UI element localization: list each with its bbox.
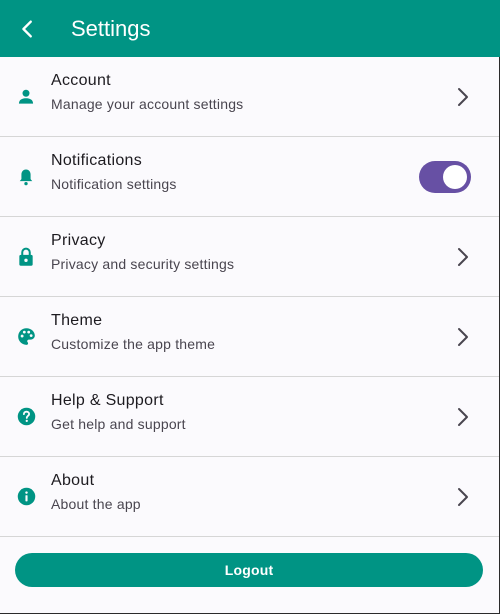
palette-icon bbox=[14, 325, 38, 349]
item-subtitle: Notification settings bbox=[51, 176, 177, 192]
settings-item-notifications[interactable]: Notifications Notification settings bbox=[0, 137, 499, 217]
item-title: About bbox=[51, 472, 95, 489]
settings-list: Account Manage your account settings Not… bbox=[0, 57, 499, 537]
item-title: Account bbox=[51, 72, 111, 89]
item-subtitle: Manage your account settings bbox=[51, 96, 244, 112]
item-title: Notifications bbox=[51, 152, 143, 169]
item-title: Help & Support bbox=[51, 392, 164, 409]
item-subtitle: Get help and support bbox=[51, 416, 186, 432]
page-title: Settings bbox=[71, 15, 151, 41]
back-button[interactable] bbox=[0, 0, 56, 57]
settings-item-help[interactable]: Help & Support Get help and support bbox=[0, 377, 499, 457]
chevron-right-icon bbox=[453, 405, 473, 429]
chevron-right-icon bbox=[453, 85, 473, 109]
arrow-back-icon bbox=[22, 19, 32, 38]
item-title: Theme bbox=[51, 312, 103, 329]
item-subtitle: About the app bbox=[51, 496, 141, 512]
toggle-knob bbox=[443, 164, 467, 189]
lock-icon bbox=[14, 245, 38, 269]
info-icon bbox=[14, 485, 38, 509]
notifications-toggle[interactable] bbox=[419, 160, 471, 193]
item-subtitle: Privacy and security settings bbox=[51, 256, 235, 272]
settings-item-theme[interactable]: Theme Customize the app theme bbox=[0, 297, 499, 377]
app-bar: Settings bbox=[0, 0, 500, 57]
chevron-right-icon bbox=[453, 245, 473, 269]
settings-item-account[interactable]: Account Manage your account settings bbox=[0, 57, 499, 137]
person-icon bbox=[14, 85, 38, 109]
item-title: Privacy bbox=[51, 232, 106, 249]
chevron-right-icon bbox=[453, 325, 473, 349]
item-subtitle: Customize the app theme bbox=[51, 336, 216, 352]
bell-icon bbox=[14, 165, 38, 189]
settings-item-privacy[interactable]: Privacy Privacy and security settings bbox=[0, 217, 499, 297]
settings-item-about[interactable]: About About the app bbox=[0, 457, 499, 537]
help-icon bbox=[14, 405, 38, 429]
chevron-right-icon bbox=[453, 485, 473, 509]
logout-button[interactable]: Logout bbox=[15, 553, 483, 587]
